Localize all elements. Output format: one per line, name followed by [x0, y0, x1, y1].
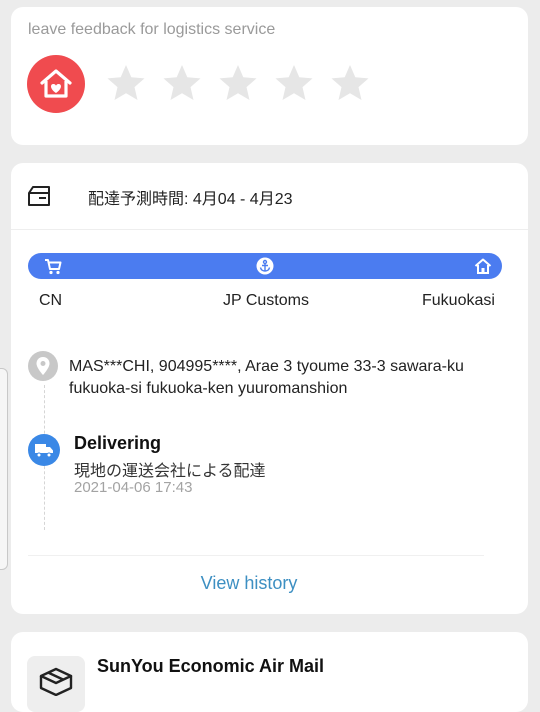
feedback-card: leave feedback for logistics service — [11, 7, 528, 145]
carrier-card: SunYou Economic Air Mail — [11, 632, 528, 712]
carrier-name: SunYou Economic Air Mail — [97, 656, 325, 676]
view-history-link[interactable]: View history — [11, 573, 487, 594]
location-pin-icon — [28, 351, 58, 381]
star-rating[interactable] — [106, 63, 370, 103]
cart-icon — [45, 259, 62, 275]
parcel-icon — [27, 656, 85, 712]
side-drawer-handle[interactable] — [0, 368, 8, 570]
estimated-delivery-time: 配達予測時間: 4月04 - 4月23 — [88, 191, 293, 208]
truck-icon — [28, 434, 60, 466]
star-icon[interactable] — [218, 63, 258, 103]
event-description: 現地の運送会社による配達 — [74, 463, 266, 480]
star-icon[interactable] — [162, 63, 202, 103]
home-heart-icon — [27, 55, 85, 113]
route-origin-label: CN — [39, 292, 63, 309]
star-icon[interactable] — [330, 63, 370, 103]
route-customs-label: JP Customs — [223, 292, 309, 309]
event-status: Delivering — [74, 433, 162, 453]
anchor-icon — [256, 257, 274, 275]
star-icon[interactable] — [274, 63, 314, 103]
feedback-title: leave feedback for logistics service — [28, 21, 276, 38]
event-timestamp: 2021-04-06 17:43 — [74, 479, 193, 496]
tracking-card: 配達予測時間: 4月04 - 4月23 CN JP Customs Fukuok… — [11, 163, 528, 614]
divider — [28, 555, 484, 556]
star-icon[interactable] — [106, 63, 146, 103]
shipping-address: MAS***CHI, 904995****, Arae 3 tyoume 33-… — [69, 358, 464, 397]
home-icon — [474, 258, 492, 274]
route-progress-bar — [28, 253, 502, 279]
eta-row: 配達予測時間: 4月04 - 4月23 — [11, 163, 528, 230]
package-box-icon — [28, 186, 50, 206]
route-destination-label: Fukuokasi — [422, 292, 495, 309]
